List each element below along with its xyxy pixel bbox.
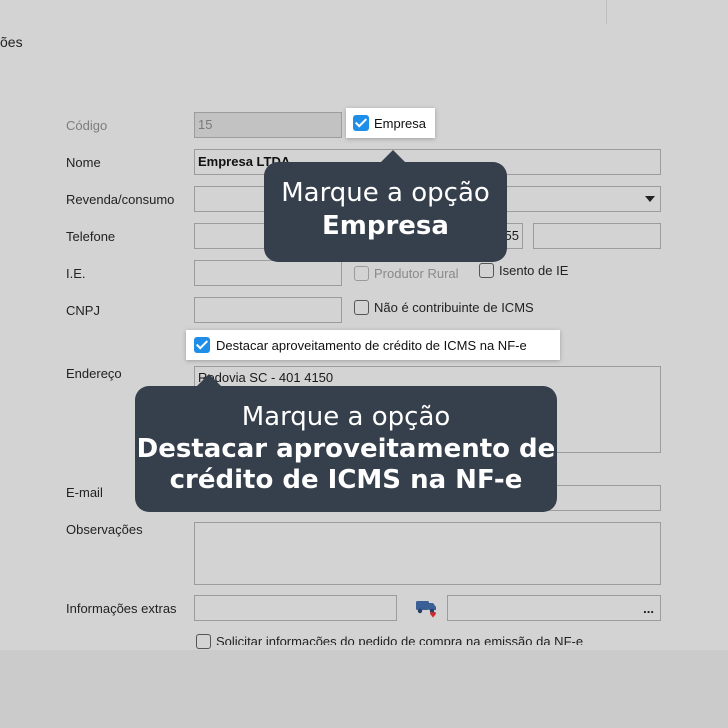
solicitar-label: Solicitar informações do pedido de compr…: [216, 634, 584, 645]
bottom-area: [0, 650, 728, 728]
callout-destacar: Marque a opção Destacar aproveitamento d…: [135, 374, 557, 512]
chevron-down-icon: [645, 196, 655, 202]
codigo-label: Código: [66, 118, 108, 133]
solicitar-clip: Solicitar informações do pedido de compr…: [216, 634, 616, 645]
telefone-extra-field[interactable]: [533, 223, 661, 249]
revenda-label: Revenda/consumo: [66, 192, 175, 207]
solicitar-checkbox[interactable]: [196, 634, 211, 649]
info-extras-lookup-field[interactable]: ...: [447, 595, 661, 621]
divider: [606, 0, 607, 24]
callout-caret: [380, 150, 406, 163]
cnpj-field[interactable]: [194, 297, 342, 323]
empresa-checkbox[interactable]: [353, 115, 369, 131]
endereco-label: Endereço: [66, 366, 122, 381]
truck-heart-icon[interactable]: [414, 596, 440, 620]
callout-caret: [196, 374, 222, 387]
lookup-button[interactable]: ...: [643, 601, 654, 616]
observacoes-field[interactable]: [194, 522, 661, 585]
info-extras-field[interactable]: [194, 595, 397, 621]
callout-line-1: Marque a opção: [241, 402, 451, 432]
callout-line-3: crédito de ICMS na NF-e: [169, 465, 523, 495]
ie-label: I.E.: [66, 266, 86, 281]
callout-line-2: Empresa: [322, 211, 449, 241]
nao-contribuinte-label: Não é contribuinte de ICMS: [374, 300, 534, 315]
cnpj-label: CNPJ: [66, 303, 100, 318]
destacar-highlight: Destacar aproveitamento de crédito de IC…: [186, 330, 560, 360]
destacar-checkbox-label: Destacar aproveitamento de crédito de IC…: [216, 338, 527, 353]
empresa-checkbox-label: Empresa: [374, 116, 427, 131]
email-label: E-mail: [66, 485, 103, 500]
produtor-rural-label: Produtor Rural: [374, 266, 459, 281]
callout-line-1: Marque a opção: [281, 178, 490, 208]
nome-label: Nome: [66, 155, 101, 170]
callout-line-2: Destacar aproveitamento de: [136, 434, 556, 464]
tab-fragment[interactable]: ões: [0, 34, 23, 50]
info-extras-label: Informações extras: [66, 601, 177, 616]
isento-ie-checkbox[interactable]: [479, 263, 494, 278]
isento-ie-label: Isento de IE: [499, 263, 569, 278]
telefone-label: Telefone: [66, 229, 116, 244]
nao-contribuinte-checkbox[interactable]: [354, 300, 369, 315]
empresa-highlight: Empresa: [346, 108, 435, 138]
codigo-field: 15: [194, 112, 342, 138]
destacar-checkbox[interactable]: [194, 337, 210, 353]
produtor-rural-checkbox[interactable]: [354, 266, 369, 281]
ie-field[interactable]: [194, 260, 342, 286]
observacoes-label: Observações: [66, 522, 143, 537]
callout-empresa: Marque a opção Empresa: [264, 150, 507, 262]
